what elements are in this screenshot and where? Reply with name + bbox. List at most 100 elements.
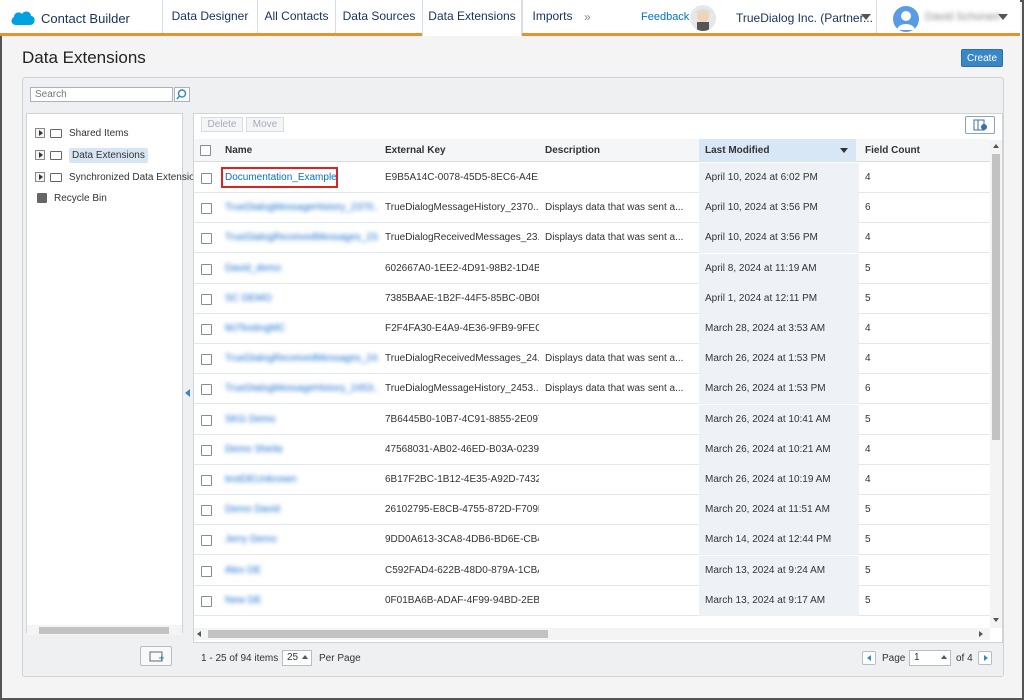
row-checkbox[interactable] xyxy=(201,505,212,517)
move-button[interactable]: Move xyxy=(246,117,284,132)
select-all-checkbox[interactable] xyxy=(200,145,211,156)
delete-button[interactable]: Delete xyxy=(201,117,243,132)
table-row[interactable]: TrueDialogMessageHistory_2370... TrueDial… xyxy=(194,193,990,224)
page-size-select[interactable]: 25 xyxy=(282,650,312,666)
table-row[interactable]: New DE 0F01BA6B-ADAF-4F99-94BD-2EBDD... Ma… xyxy=(194,585,990,616)
new-folder-button[interactable] xyxy=(140,646,172,666)
row-checkbox[interactable] xyxy=(201,173,212,184)
tree-item-recycle-bin[interactable]: Recycle Bin xyxy=(35,189,107,207)
cell-name[interactable]: TrueDialogReceivedMessages_23... xyxy=(219,223,379,253)
scroll-right-icon[interactable] xyxy=(979,631,983,637)
einstein-avatar[interactable] xyxy=(690,5,716,31)
row-checkbox[interactable] xyxy=(201,233,212,245)
sort-descending-icon[interactable] xyxy=(840,148,848,153)
feedback-link[interactable]: Feedback xyxy=(641,11,689,23)
cell-name[interactable]: SC DEMO xyxy=(219,284,379,314)
page-number-input[interactable]: 1 xyxy=(909,650,951,666)
more-tabs-icon[interactable]: » xyxy=(584,10,591,24)
cell-name[interactable]: Jerry Demo xyxy=(219,525,379,555)
cell-name[interactable]: Demo Sheila xyxy=(219,435,379,465)
row-checkbox[interactable] xyxy=(201,414,212,426)
row-checkbox[interactable] xyxy=(201,595,212,607)
table-row[interactable]: Jerry Demo 9DD0A613-3CA8-4DB6-BD6E-CB4D6.… xyxy=(194,525,990,556)
expand-icon[interactable] xyxy=(35,172,45,182)
expand-icon[interactable] xyxy=(35,128,45,138)
user-avatar[interactable] xyxy=(893,6,919,32)
row-checkbox[interactable] xyxy=(201,475,212,486)
column-header-external-key[interactable]: External Key xyxy=(379,139,539,162)
app-brand[interactable]: Contact Builder xyxy=(10,8,130,28)
cell-field-count: 5 xyxy=(865,594,871,606)
table-row[interactable]: David_demo 602667A0-1EE2-4D91-98B2-1D4B9.… xyxy=(194,253,990,284)
row-checkbox[interactable] xyxy=(201,354,212,366)
row-checkbox[interactable] xyxy=(201,384,212,396)
scroll-up-icon[interactable] xyxy=(993,144,999,148)
cell-last-modified: March 14, 2024 at 12:44 PM xyxy=(699,525,859,556)
tree-item-shared-items[interactable]: Shared Items xyxy=(35,124,128,142)
table-row[interactable]: TrueDialogMessageHistory_2453... TrueDial… xyxy=(194,374,990,405)
cell-description: Displays data that was sent a... xyxy=(545,353,684,365)
table-row[interactable]: Demo David 26102795-E8CB-4755-872D-F709B.… xyxy=(194,495,990,526)
table-row[interactable]: MJTestingMC F2F4FA30-E4A9-4E36-9FB9-9FEC8… xyxy=(194,314,990,344)
expand-icon[interactable] xyxy=(35,150,45,160)
scroll-left-icon[interactable] xyxy=(197,631,201,637)
row-checkbox[interactable] xyxy=(201,324,212,335)
row-checkbox[interactable] xyxy=(201,293,212,305)
cell-name[interactable]: SKG Demo xyxy=(219,405,379,435)
cell-name[interactable]: testDEUnknown xyxy=(219,465,379,495)
horizontal-scrollbar[interactable] xyxy=(194,628,990,640)
previous-page-button[interactable] xyxy=(862,651,876,665)
table-row[interactable]: SC DEMO 7385BAAE-1B2F-44F5-85BC-0B0B9... A… xyxy=(194,283,990,314)
row-checkbox[interactable] xyxy=(201,263,212,275)
cell-name[interactable]: MJTestingMC xyxy=(219,314,379,344)
table-row[interactable]: TrueDialogReceivedMessages_23... TrueDial… xyxy=(194,223,990,254)
tab-data-extensions[interactable]: Data Extensions xyxy=(422,0,522,36)
scroll-down-icon[interactable] xyxy=(993,618,999,622)
column-header-field-count[interactable]: Field Count xyxy=(859,139,989,162)
cell-name[interactable]: TrueDialogMessageHistory_2370... xyxy=(219,193,379,223)
search-input[interactable] xyxy=(30,87,173,102)
row-checkbox[interactable] xyxy=(201,535,212,547)
cell-last-modified: April 10, 2024 at 6:02 PM xyxy=(699,163,859,193)
row-checkbox[interactable] xyxy=(201,444,212,456)
cell-name[interactable]: David_demo xyxy=(219,254,379,284)
cell-name[interactable]: TrueDialogMessageHistory_2453... xyxy=(219,374,379,404)
horizontal-scrollbar[interactable] xyxy=(27,625,182,635)
tab-all-contacts[interactable]: All Contacts xyxy=(257,0,335,33)
table-row[interactable]: Alex DE C592FAD4-622B-48D0-879A-1CBA1... M… xyxy=(194,555,990,586)
row-checkbox[interactable] xyxy=(201,565,212,577)
chevron-down-icon[interactable] xyxy=(998,14,1008,20)
chevron-up-icon[interactable] xyxy=(302,655,308,659)
table-row[interactable]: SKG Demo 7B6445B0-10B7-4C91-8855-2E097...… xyxy=(194,404,990,435)
column-settings-button[interactable] xyxy=(965,116,995,134)
vertical-scrollbar[interactable] xyxy=(990,140,1002,628)
chevron-up-icon[interactable] xyxy=(941,655,947,659)
cell-name[interactable]: New DE xyxy=(219,586,379,616)
tab-imports[interactable]: Imports xyxy=(522,0,582,33)
cell-name[interactable]: Demo David xyxy=(219,495,379,525)
create-button[interactable]: Create xyxy=(961,49,1003,67)
tree-item-synchronized-data-extensions[interactable]: Synchronized Data Extensio xyxy=(35,168,195,186)
column-header-description[interactable]: Description xyxy=(539,139,699,162)
scrollbar-thumb[interactable] xyxy=(992,154,1000,440)
tab-data-sources[interactable]: Data Sources xyxy=(335,0,422,33)
table-row[interactable]: Demo Sheila 47568031-AB02-46ED-B03A-02391… xyxy=(194,434,990,465)
scrollbar-thumb[interactable] xyxy=(208,630,548,638)
column-header-name[interactable]: Name xyxy=(219,139,379,162)
scrollbar-thumb[interactable] xyxy=(39,627,169,634)
cell-name[interactable]: TrueDialogReceivedMessages_24... xyxy=(219,344,379,374)
chevron-down-icon[interactable] xyxy=(861,14,871,20)
next-page-button[interactable] xyxy=(978,651,992,665)
table-row[interactable]: TrueDialogReceivedMessages_24... TrueDial… xyxy=(194,344,990,375)
collapse-panel-icon[interactable] xyxy=(185,389,190,397)
cell-field-count: 4 xyxy=(865,232,871,244)
cell-name[interactable]: Alex DE xyxy=(219,556,379,586)
business-unit-selector[interactable]: TrueDialog Inc. (Partner... xyxy=(736,11,873,25)
column-header-last-modified[interactable]: Last Modified xyxy=(699,139,856,162)
row-checkbox[interactable] xyxy=(201,203,212,215)
table-row[interactable]: testDEUnknown 6B17F2BC-1B12-4E35-A92D-743… xyxy=(194,465,990,495)
user-name[interactable]: David Schonert xyxy=(925,11,1000,23)
tab-data-designer[interactable]: Data Designer xyxy=(162,0,257,33)
tree-item-data-extensions[interactable]: Data Extensions xyxy=(35,146,148,164)
search-button[interactable] xyxy=(174,87,190,102)
